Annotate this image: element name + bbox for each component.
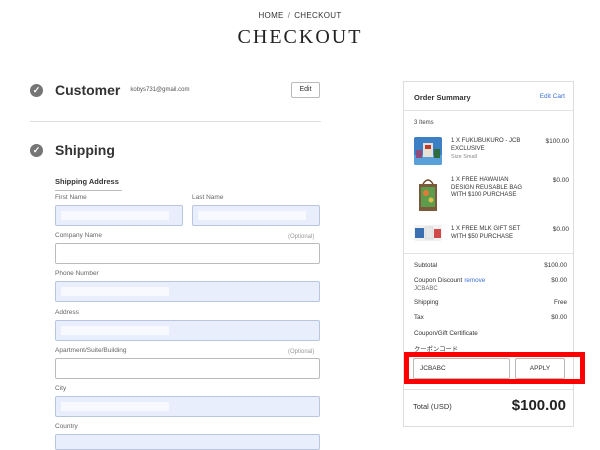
company-label: Company Name bbox=[55, 232, 102, 239]
last-name-label: Last Name bbox=[192, 194, 224, 201]
summary-divider bbox=[404, 110, 573, 111]
breadcrumb-separator: / bbox=[287, 11, 291, 20]
shipping-address-underline bbox=[55, 190, 122, 191]
highlight-box bbox=[404, 352, 585, 384]
total-value: $100.00 bbox=[511, 397, 566, 414]
item-name: 1 X FREE HAWAIIAN DESIGN REUSABLE BAG WI… bbox=[451, 177, 523, 198]
items-count: 3 Items bbox=[414, 120, 434, 126]
summary-divider bbox=[404, 389, 573, 390]
product-image bbox=[414, 225, 442, 241]
coupon-label: Coupon Discount bbox=[414, 277, 463, 284]
first-name-label: First Name bbox=[55, 194, 87, 201]
address-input[interactable] bbox=[55, 320, 320, 341]
list-item: 1 X FUKUBUKURO - JCB EXCLUSIVE Size Smal… bbox=[414, 137, 569, 167]
country-select[interactable] bbox=[55, 434, 320, 450]
order-summary-title: Order Summary bbox=[414, 93, 471, 102]
last-name-input[interactable] bbox=[192, 205, 320, 226]
shipping-step: ✓ Shipping bbox=[30, 142, 115, 158]
phone-label: Phone Number bbox=[55, 270, 99, 277]
section-divider bbox=[30, 121, 321, 122]
shipping-title: Shipping bbox=[55, 142, 115, 158]
edit-cart-link[interactable]: Edit Cart bbox=[540, 93, 565, 100]
item-price: $0.00 bbox=[552, 177, 569, 184]
apartment-label: Apartment/Suite/Building bbox=[55, 347, 127, 354]
shipping-address-label: Shipping Address bbox=[55, 177, 119, 186]
city-input[interactable] bbox=[55, 396, 320, 417]
company-input[interactable] bbox=[55, 243, 320, 264]
tax-label: Tax bbox=[414, 314, 424, 321]
item-price: $0.00 bbox=[552, 226, 569, 233]
company-optional: (Optional) bbox=[288, 234, 315, 240]
tax-value: $0.00 bbox=[551, 314, 567, 321]
item-name: 1 X FUKUBUKURO - JCB EXCLUSIVE bbox=[451, 138, 521, 152]
page-title: CHECKOUT bbox=[237, 26, 363, 48]
customer-title: Customer bbox=[55, 82, 121, 98]
check-icon: ✓ bbox=[30, 143, 43, 157]
check-icon: ✓ bbox=[30, 83, 43, 97]
subtotal-row: Subtotal $100.00 bbox=[414, 262, 567, 269]
subtotal-value: $100.00 bbox=[544, 262, 567, 269]
breadcrumb-home-link[interactable]: HOME bbox=[258, 11, 283, 20]
shipping-value: Free bbox=[554, 299, 567, 306]
total-label: Total (USD) bbox=[413, 402, 452, 411]
subtotal-label: Subtotal bbox=[414, 262, 438, 269]
address-label: Address bbox=[55, 309, 79, 316]
coupon-remove-link[interactable]: remove bbox=[464, 277, 485, 284]
list-item: 1 X FREE MLK GIFT SET WITH $50 PURCHASE … bbox=[414, 225, 569, 245]
item-option: Size Small bbox=[451, 154, 477, 160]
item-name: 1 X FREE MLK GIFT SET WITH $50 PURCHASE bbox=[451, 226, 521, 240]
apartment-input[interactable] bbox=[55, 358, 320, 379]
shipping-label: Shipping bbox=[414, 299, 439, 306]
city-label: City bbox=[55, 385, 67, 392]
coupon-value: $0.00 bbox=[551, 277, 567, 284]
gift-certificate-label[interactable]: Coupon/Gift Certificate bbox=[414, 330, 478, 337]
customer-step: ✓ Customer kobys731@gmail.com bbox=[30, 82, 189, 98]
summary-divider bbox=[404, 253, 573, 254]
first-name-input[interactable] bbox=[55, 205, 183, 226]
product-image bbox=[414, 137, 442, 165]
customer-email: kobys731@gmail.com bbox=[130, 87, 190, 93]
country-label: Country bbox=[55, 423, 78, 430]
gift-certificate-toggle[interactable]: Coupon/Gift Certificate bbox=[414, 330, 567, 337]
item-price: $100.00 bbox=[545, 138, 570, 145]
product-image bbox=[414, 176, 442, 214]
breadcrumb: HOME / CHECKOUT bbox=[0, 11, 600, 20]
list-item: 1 X FREE HAWAIIAN DESIGN REUSABLE BAG WI… bbox=[414, 176, 569, 216]
shipping-row: Shipping Free bbox=[414, 299, 567, 306]
apartment-optional: (Optional) bbox=[288, 349, 315, 355]
breadcrumb-current: CHECKOUT bbox=[294, 11, 342, 20]
tax-row: Tax $0.00 bbox=[414, 314, 567, 321]
customer-edit-button[interactable]: Edit bbox=[291, 82, 320, 98]
coupon-row: Coupon Discount remove $0.00 bbox=[414, 277, 567, 284]
coupon-code: JCBABC bbox=[414, 286, 438, 292]
phone-input[interactable] bbox=[55, 281, 320, 302]
